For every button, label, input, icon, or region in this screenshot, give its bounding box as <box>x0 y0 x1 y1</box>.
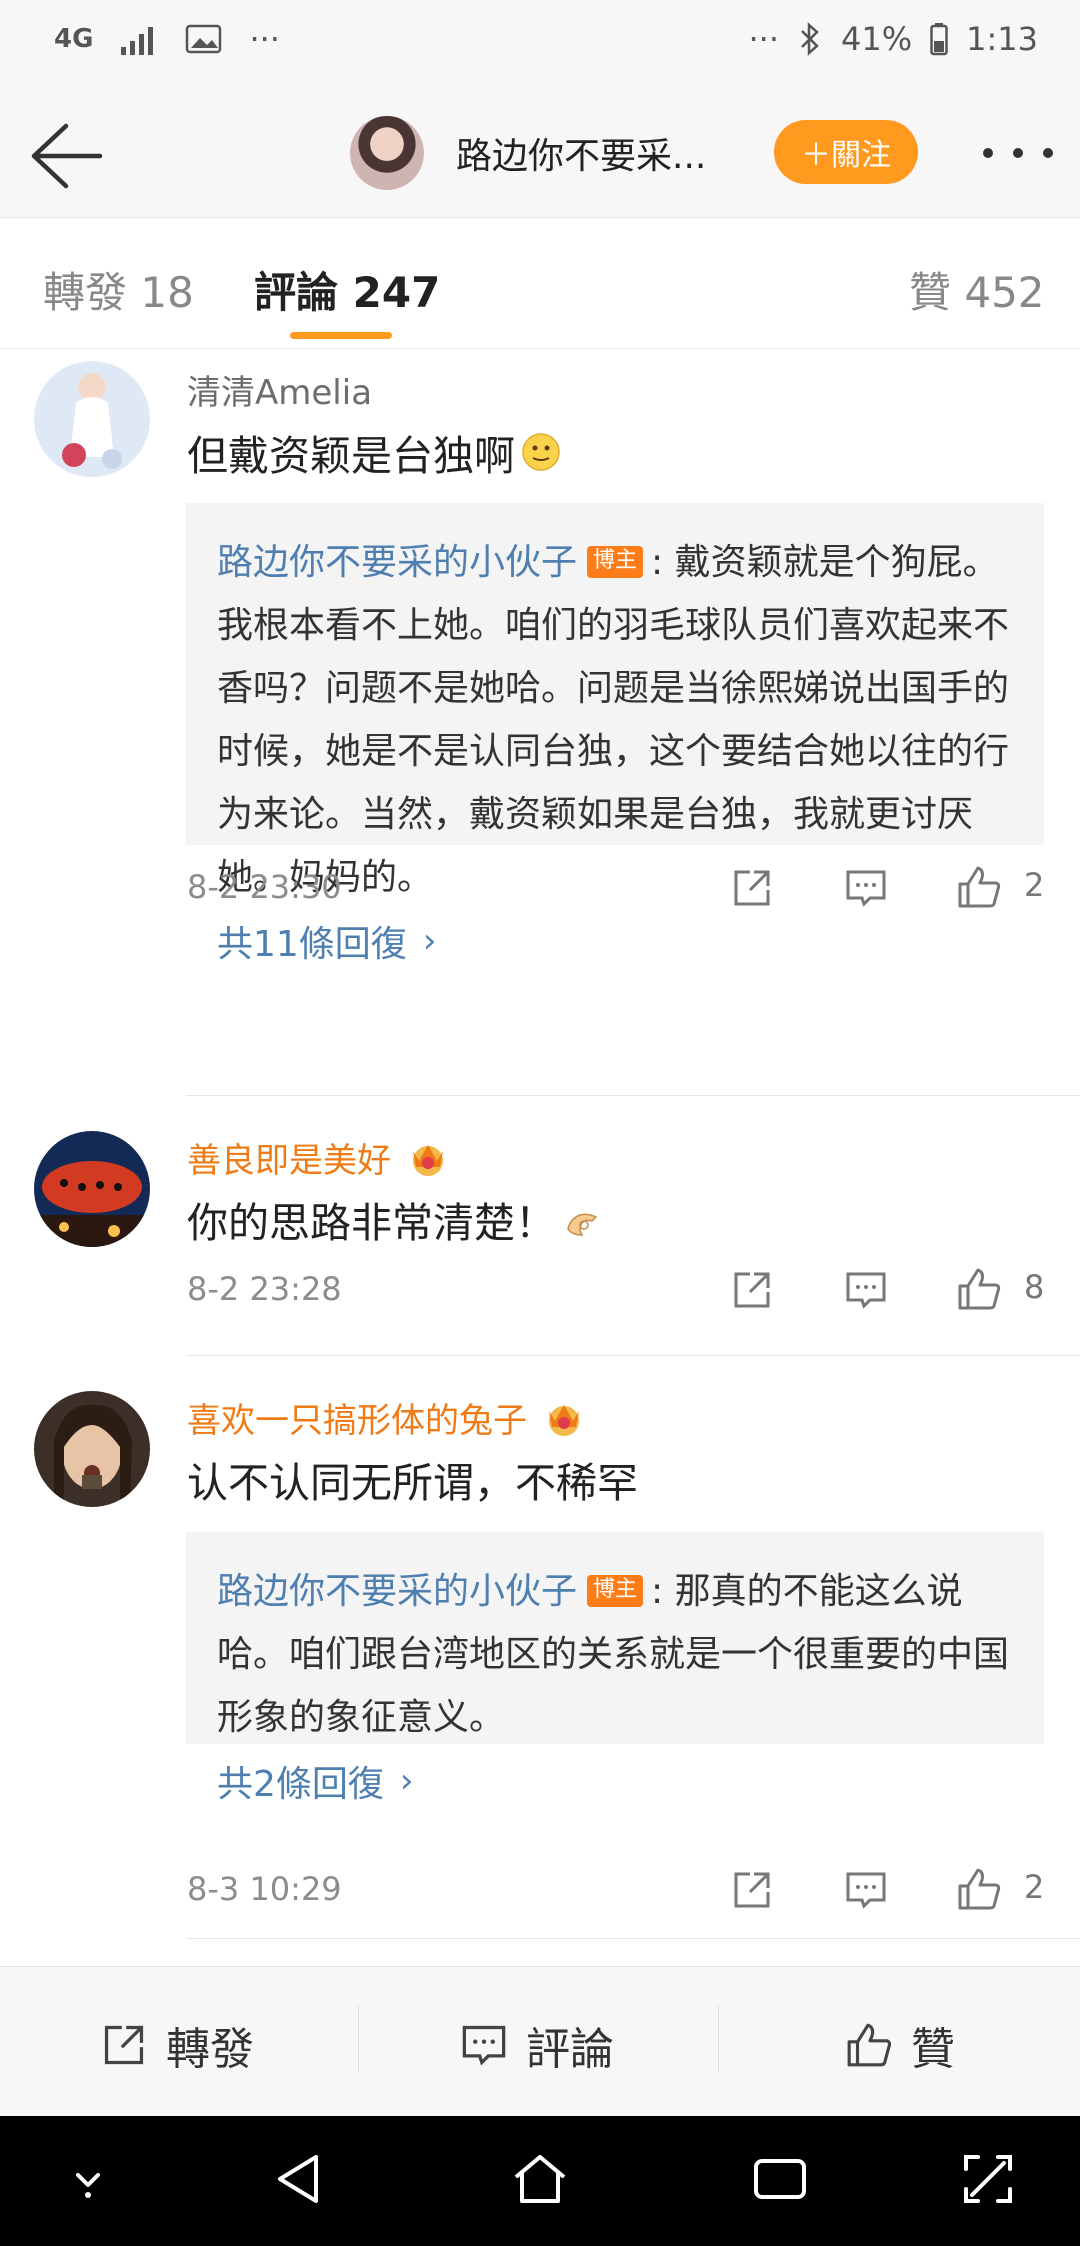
thumbs-up-icon <box>847 2023 892 2067</box>
tab-bar: 轉發 18 評論 247 贊 452 <box>0 219 1080 349</box>
author-name[interactable]: 路边你不要采... <box>456 127 706 179</box>
comment-label[interactable]: 評論 <box>526 2013 614 2077</box>
comment-text-content: 你的思路非常清楚！ <box>187 1199 556 1247</box>
clock: 1:13 <box>966 20 1038 58</box>
comment-icon[interactable] <box>844 1268 888 1312</box>
author-avatar[interactable] <box>350 116 424 190</box>
hide-keyboard-icon[interactable] <box>58 2149 118 2209</box>
like-count: 2 <box>1024 866 1045 904</box>
reply-author[interactable]: 路边你不要采的小伙子 <box>217 542 577 583</box>
comment-actions: 8 <box>728 1268 1048 1318</box>
reply-preview-text: 路边你不要采的小伙子 博主: 戴资颖就是个狗屁。我根本看不上她。咱们的羽毛球队员们… <box>217 531 1014 909</box>
view-replies-link[interactable]: 共11條回復 › <box>217 915 1014 967</box>
share-icon[interactable] <box>730 1868 774 1912</box>
commenter-name-text[interactable]: 善良即是美好 <box>187 1133 391 1182</box>
follow-button[interactable]: ＋關注 <box>774 120 918 184</box>
ok-hand-emoji-icon <box>567 1213 598 1236</box>
comment-actions: 2 <box>728 1868 1048 1918</box>
smile-emoji-icon <box>522 433 560 471</box>
more-status: ··· <box>748 20 780 58</box>
view-replies-link[interactable]: 共2條回復 › <box>217 1755 1014 1807</box>
share-icon[interactable] <box>730 1268 774 1312</box>
back-arrow-icon[interactable] <box>26 116 106 196</box>
view-replies-label[interactable]: 共2條回復 <box>217 1755 384 1807</box>
comment-icon[interactable] <box>844 1868 888 1912</box>
home-icon[interactable] <box>510 2149 570 2209</box>
recent-apps-icon[interactable] <box>750 2149 810 2209</box>
comment-time: 8-3 10:29 <box>187 1870 342 1908</box>
comment-text-content: 认不认同无所谓，不稀罕 <box>187 1459 638 1507</box>
comment-icon <box>462 2025 506 2066</box>
share-icon <box>104 2025 144 2065</box>
share-icon[interactable] <box>730 866 774 910</box>
vip-crown-icon <box>413 1144 443 1176</box>
divider <box>186 1938 1080 1939</box>
comment-button[interactable]: 評論 <box>460 2013 614 2077</box>
more-options-icon[interactable] <box>978 138 1058 168</box>
tab-likes[interactable]: 贊 452 <box>909 259 1045 320</box>
back-icon[interactable] <box>270 2149 330 2209</box>
reply-preview[interactable]: 路边你不要采的小伙子 博主: 那真的不能这么说哈。咱们跟台湾地区的关系就是一个很重… <box>186 1532 1044 1805</box>
comment-item: 清清Amelia 但戴资颖是台独啊 路边你不要采的小伙子 博主: 戴资颖就是个狗屁… <box>0 349 1080 1069</box>
active-tab-indicator <box>290 332 392 339</box>
tab-reposts[interactable]: 轉發 18 <box>43 259 194 320</box>
status-bar: 4G ··· ··· 41% 1:13 <box>0 0 1080 90</box>
author-badge: 博主 <box>587 1575 644 1607</box>
thumbs-up-icon[interactable] <box>956 864 1002 910</box>
comment-text: 但戴资颖是台独啊 <box>187 422 561 482</box>
system-navigation-bar <box>0 2116 1080 2246</box>
comment-text: 认不认同无所谓，不稀罕 <box>187 1449 638 1509</box>
tab-comments[interactable]: 評論 247 <box>254 259 440 320</box>
vip-crown-icon <box>549 1404 579 1436</box>
reply-preview-text: 路边你不要采的小伙子 博主: 那真的不能这么说哈。咱们跟台湾地区的关系就是一个很重… <box>217 1560 1014 1749</box>
commenter-avatar[interactable] <box>34 1391 150 1507</box>
reply-author[interactable]: 路边你不要采的小伙子 <box>217 1571 577 1612</box>
expand-screen-icon[interactable] <box>958 2149 1018 2209</box>
more-notifications: ··· <box>249 20 280 58</box>
like-button[interactable]: 贊 <box>845 2013 955 2077</box>
comment-icon[interactable] <box>844 866 888 910</box>
commenter-avatar[interactable] <box>34 1131 150 1247</box>
repost-label[interactable]: 轉發 <box>166 2013 254 2077</box>
comment-time: 8-2 23:28 <box>187 1270 342 1308</box>
reply-preview[interactable]: 路边你不要采的小伙子 博主: 戴资颖就是个狗屁。我根本看不上她。咱们的羽毛球队员们… <box>186 503 1044 965</box>
battery-percent: 41% <box>841 20 913 58</box>
bluetooth-icon <box>801 22 819 56</box>
network-indicator: 4G <box>54 24 94 54</box>
commenter-name[interactable]: 喜欢一只搞形体的兔子 <box>187 1393 587 1442</box>
separator <box>718 2005 719 2071</box>
battery-icon <box>930 23 948 56</box>
view-replies-label[interactable]: 共11條回復 <box>217 915 407 967</box>
separator <box>358 2005 359 2071</box>
comment-time: 8-2 23:30 <box>187 868 342 906</box>
comment-text: 你的思路非常清楚！ <box>187 1189 602 1249</box>
chevron-right-icon: › <box>399 1761 414 1801</box>
like-count: 8 <box>1024 1268 1045 1306</box>
repost-button[interactable]: 轉發 <box>100 2013 254 2077</box>
signal-icon <box>121 27 154 55</box>
thumbs-up-icon[interactable] <box>956 1866 1002 1912</box>
top-bar: 路边你不要采... ＋關注 <box>0 90 1080 218</box>
post-author[interactable]: 路边你不要采... <box>350 116 706 190</box>
image-icon <box>186 24 222 54</box>
commenter-name-text[interactable]: 喜欢一只搞形体的兔子 <box>187 1393 527 1442</box>
comment-item: 喜欢一只搞形体的兔子 认不认同无所谓，不稀罕 路边你不要采的小伙子 博主: 那真的… <box>0 1355 1080 1935</box>
author-badge: 博主 <box>587 546 644 578</box>
comment-text-content: 但戴资颖是台独啊 <box>187 432 515 480</box>
like-count: 2 <box>1024 1868 1045 1906</box>
like-label[interactable]: 贊 <box>911 2013 955 2077</box>
thumbs-up-icon[interactable] <box>956 1266 1002 1312</box>
comment-actions: 2 <box>728 866 1048 916</box>
bottom-action-bar: 轉發 評論 贊 <box>0 1966 1080 2116</box>
reply-content: : 戴资颖就是个狗屁。我根本看不上她。咱们的羽毛球队员们喜欢起来不香吗？问题不是… <box>217 542 1010 898</box>
commenter-name[interactable]: 清清Amelia <box>187 365 372 414</box>
chevron-right-icon: › <box>422 921 437 961</box>
comment-item: 善良即是美好 你的思路非常清楚！ 8-2 23:28 8 <box>0 1095 1080 1355</box>
commenter-avatar[interactable] <box>34 361 150 477</box>
commenter-name[interactable]: 善良即是美好 <box>187 1133 451 1182</box>
